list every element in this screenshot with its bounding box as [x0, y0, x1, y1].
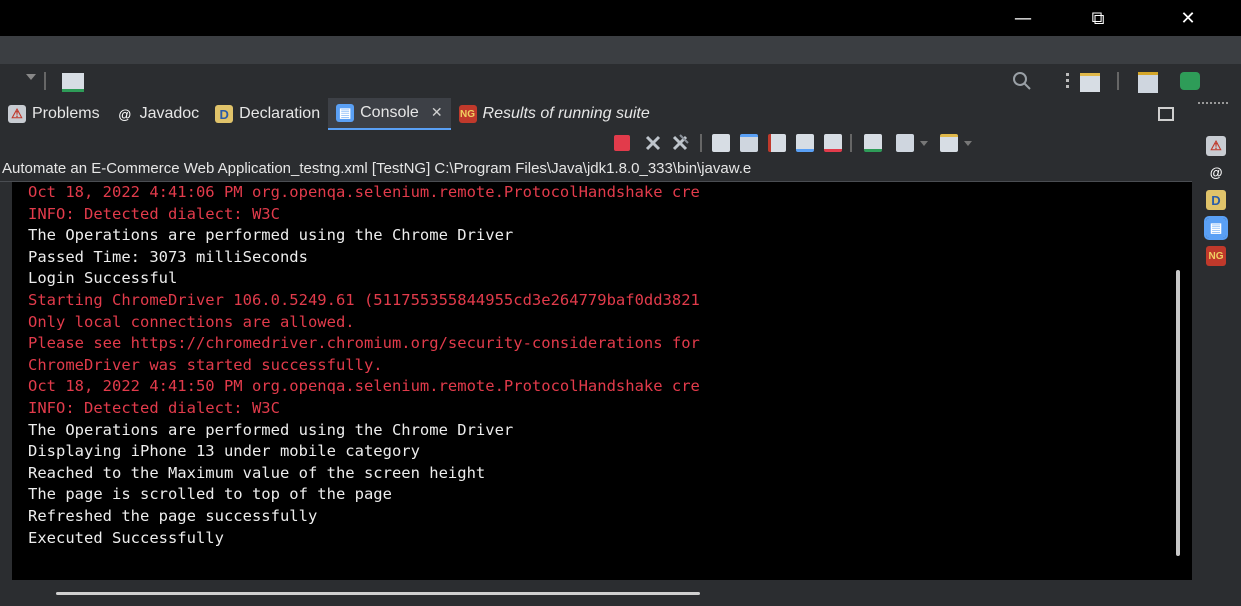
problems-icon[interactable]: ⚠	[1206, 136, 1226, 156]
search-icon[interactable]	[1012, 71, 1032, 91]
problems-icon: ⚠	[8, 105, 26, 123]
console-line: Displaying iPhone 13 under mobile catego…	[28, 442, 420, 461]
console-line: Login Successful	[28, 269, 178, 288]
view-tab-bar: ⚠ Problems @ Javadoc D Declaration ▤ Con…	[0, 98, 1192, 130]
tab-testng-results[interactable]: NG Results of running suite	[451, 98, 658, 130]
close-tab-icon[interactable]: ✕	[431, 105, 443, 121]
javadoc-icon: @	[118, 106, 131, 122]
console-line: Reached to the Maximum value of the scre…	[28, 463, 486, 482]
console-line: Passed Time: 3073 milliSeconds	[28, 247, 308, 266]
testng-icon[interactable]: NG	[1206, 246, 1226, 266]
toolbar-grip	[1066, 73, 1069, 89]
horizontal-scrollbar[interactable]	[12, 580, 1192, 606]
stack-grip	[1198, 102, 1228, 106]
terminate-icon[interactable]	[614, 135, 630, 151]
console-line: ChromeDriver was started successfully.	[28, 355, 383, 374]
vertical-scrollbar[interactable]	[1160, 182, 1192, 580]
tab-label: Problems	[32, 105, 100, 122]
show-on-stderr-icon[interactable]	[824, 134, 842, 152]
console-line: Refreshed the page successfully	[28, 506, 318, 525]
restore-icon: ⧉	[1091, 7, 1105, 29]
toolbar-separator	[44, 72, 46, 90]
clear-console-icon[interactable]	[712, 134, 730, 152]
tab-javadoc[interactable]: @ Javadoc	[108, 98, 208, 130]
console-line: Oct 18, 2022 4:41:06 PM org.openqa.selen…	[28, 183, 700, 201]
minimize-icon: —	[1014, 7, 1032, 29]
console-line: Oct 18, 2022 4:41:50 PM org.openqa.selen…	[28, 377, 700, 396]
testng-icon: NG	[458, 105, 477, 123]
chevron-down-icon[interactable]	[920, 141, 928, 146]
console-line: Starting ChromeDriver 106.0.5249.61 (511…	[28, 290, 700, 309]
tab-problems[interactable]: ⚠ Problems	[0, 98, 108, 130]
toolbar-separator	[700, 134, 702, 152]
chevron-down-icon[interactable]	[964, 141, 972, 146]
maximize-view-icon[interactable]	[1158, 107, 1174, 121]
minimize-button[interactable]: —	[993, 0, 1053, 36]
open-console-icon[interactable]	[940, 134, 958, 152]
word-wrap-icon[interactable]	[768, 134, 786, 152]
tab-declaration[interactable]: D Declaration	[207, 98, 328, 130]
debug-perspective-icon[interactable]	[1180, 72, 1200, 90]
launch-description: Automate an E-Commerce Web Application_t…	[0, 156, 1192, 182]
window-titlebar: — ⧉ ✕	[0, 0, 1241, 36]
console-line: INFO: Detected dialect: W3C	[28, 204, 280, 223]
console-icon: ▤	[336, 104, 355, 122]
display-selected-console-icon[interactable]	[896, 134, 914, 152]
toolbar-dropdown-icon[interactable]	[26, 74, 36, 80]
close-icon: ✕	[1180, 7, 1196, 29]
tab-label: Console	[360, 104, 419, 121]
java-perspective-icon[interactable]	[1138, 72, 1158, 93]
console-line: The Operations are performed using the C…	[28, 420, 514, 439]
remove-launch-icon[interactable]	[644, 134, 662, 152]
console-output[interactable]: Oct 18, 2022 4:41:06 PM org.openqa.selen…	[12, 182, 1160, 580]
remove-all-launches-icon[interactable]	[672, 134, 690, 152]
console-line: INFO: Detected dialect: W3C	[28, 398, 280, 417]
restore-button[interactable]: ⧉	[1068, 0, 1128, 36]
tab-label: Results of running suite	[482, 105, 650, 122]
tab-label: Javadoc	[139, 105, 200, 122]
console-line: Only local connections are allowed.	[28, 312, 355, 331]
horizontal-scroll-thumb[interactable]	[56, 592, 700, 595]
close-window-button[interactable]: ✕	[1158, 0, 1218, 36]
tab-label: Declaration	[239, 105, 321, 122]
minimized-view-stack: ⚠ @ D ▤ NG	[1192, 98, 1241, 606]
menu-strip	[0, 36, 1241, 64]
console-line: The Operations are performed using the C…	[28, 226, 514, 245]
main-toolbar	[0, 64, 1241, 98]
left-gutter	[0, 182, 12, 606]
console-icon[interactable]: ▤	[1204, 216, 1228, 240]
toolbar-separator	[1117, 72, 1119, 90]
declaration-icon[interactable]: D	[1206, 190, 1226, 210]
declaration-icon: D	[215, 105, 234, 123]
vertical-scroll-thumb[interactable]	[1176, 270, 1180, 556]
scroll-lock-icon[interactable]	[740, 134, 758, 152]
console-line: Executed Successfully	[28, 528, 224, 547]
toolbar-separator	[850, 134, 852, 152]
perspective-icon[interactable]	[62, 73, 84, 92]
console-line: The page is scrolled to top of the page	[28, 485, 392, 504]
tab-console[interactable]: ▤ Console ✕	[328, 98, 451, 130]
console-line: Please see https://chromedriver.chromium…	[28, 334, 700, 353]
open-perspective-icon[interactable]	[1080, 73, 1100, 92]
show-on-stdout-icon[interactable]	[796, 134, 814, 152]
console-toolbar	[0, 130, 1192, 156]
pin-console-icon[interactable]	[864, 134, 882, 152]
javadoc-icon[interactable]: @	[1206, 162, 1226, 182]
